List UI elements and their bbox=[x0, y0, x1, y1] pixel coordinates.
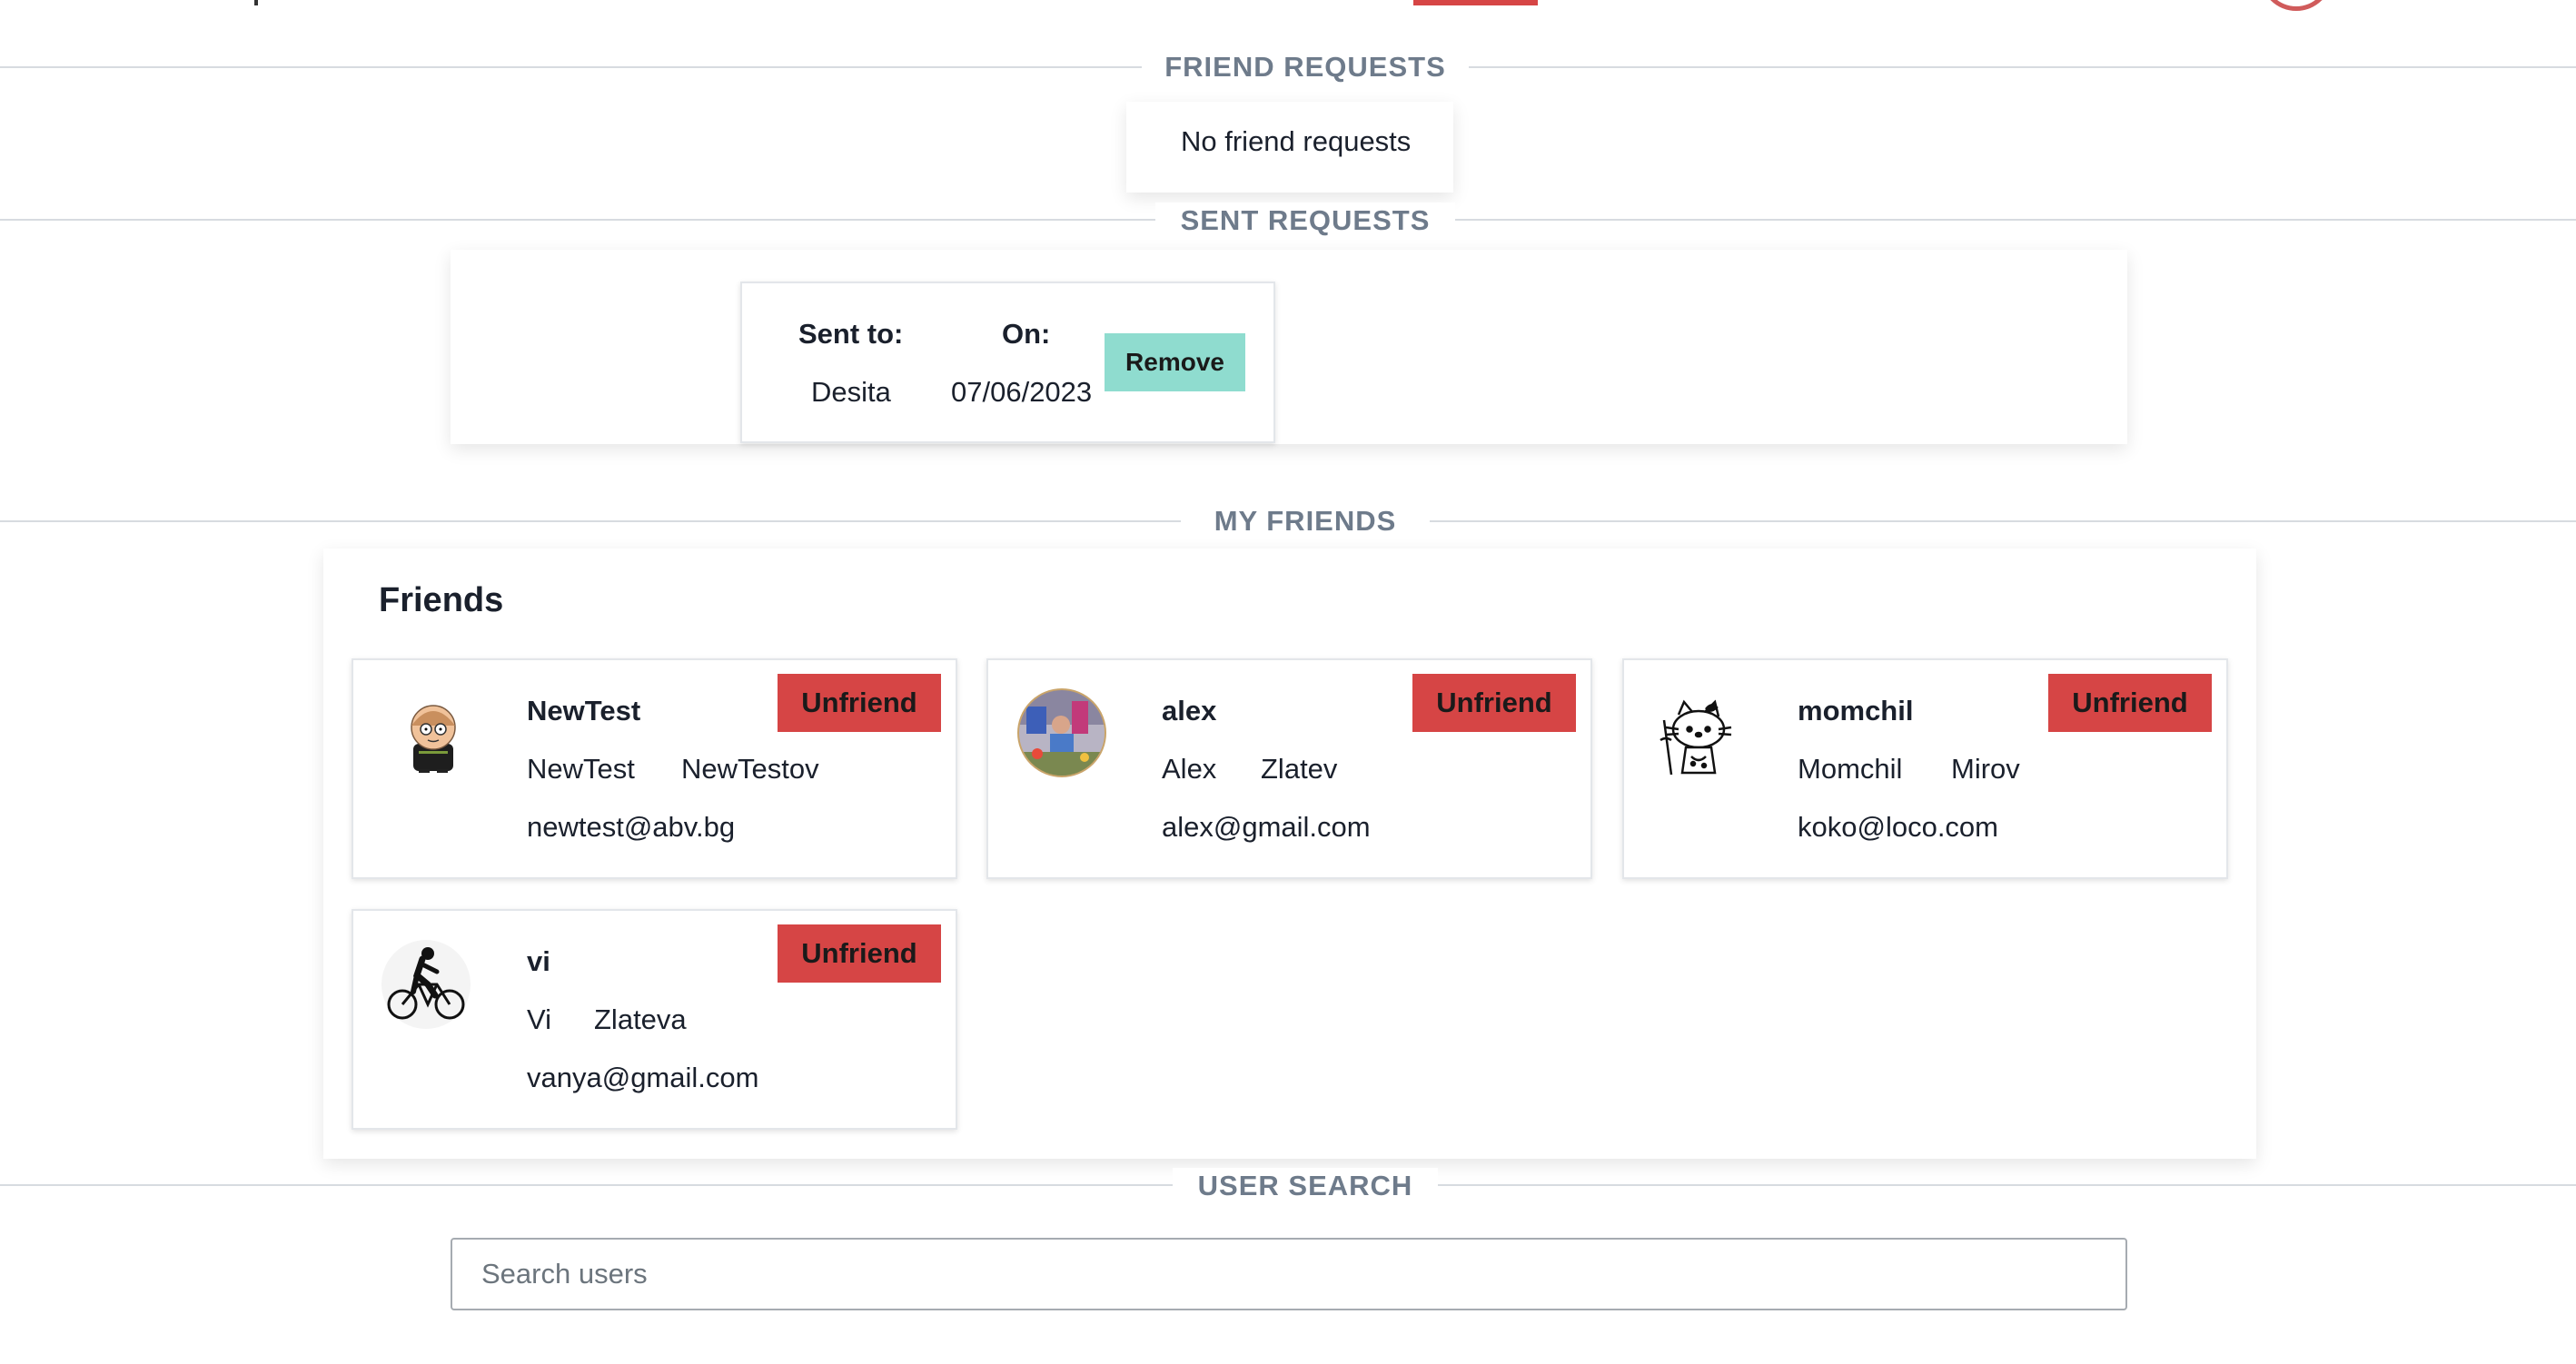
friend-first-name: Vi bbox=[527, 1003, 552, 1035]
sent-requests-panel bbox=[451, 250, 2127, 444]
nav-fragment bbox=[254, 0, 258, 5]
friends-title: Friends bbox=[379, 581, 504, 619]
friend-first-name: NewTest bbox=[527, 753, 635, 785]
friend-first-name: Alex bbox=[1162, 753, 1217, 785]
friend-requests-panel: No friend requests bbox=[1126, 102, 1453, 193]
on-header: On: bbox=[1002, 318, 1051, 350]
unfriend-button[interactable]: Unfriend bbox=[1412, 674, 1576, 732]
friend-email: newtest@abv.bg bbox=[527, 811, 736, 843]
unfriend-button[interactable]: Unfriend bbox=[2048, 674, 2212, 732]
no-friend-requests-text: No friend requests bbox=[1181, 125, 1412, 157]
profile-avatar[interactable] bbox=[2260, 0, 2333, 11]
section-title-user-search: USER SEARCH bbox=[1173, 1168, 1438, 1204]
cyclist-avatar bbox=[381, 939, 471, 1030]
friend-username: momchil bbox=[1798, 695, 1914, 726]
friend-last-name: Zlateva bbox=[594, 1003, 687, 1035]
search-input[interactable] bbox=[451, 1238, 2127, 1310]
friend-card: NewTest NewTest NewTestov newtest@abv.bg… bbox=[352, 658, 957, 879]
unfriend-button[interactable]: Unfriend bbox=[778, 924, 941, 983]
section-title-sent-requests: SENT REQUESTS bbox=[1155, 203, 1455, 239]
friend-email: vanya@gmail.com bbox=[527, 1062, 759, 1093]
hello-kitty-avatar bbox=[1651, 693, 1740, 782]
sent-date: 07/06/2023 bbox=[951, 376, 1093, 408]
friend-card: momchil Momchil Mirov koko@loco.com Unfr… bbox=[1622, 658, 2228, 879]
cartoon-character-avatar bbox=[390, 687, 477, 775]
unfriend-button[interactable]: Unfriend bbox=[778, 674, 941, 732]
friend-username: alex bbox=[1162, 695, 1217, 726]
friend-last-name: NewTestov bbox=[681, 753, 819, 785]
section-title-friend-requests: FRIEND REQUESTS bbox=[1142, 49, 1469, 85]
section-title-my-friends: MY FRIENDS bbox=[1181, 503, 1430, 539]
friend-email: alex@gmail.com bbox=[1162, 811, 1371, 843]
remove-request-button[interactable]: Remove bbox=[1105, 333, 1245, 391]
photo-avatar bbox=[1017, 688, 1106, 777]
friend-last-name: Zlatev bbox=[1261, 753, 1338, 785]
friend-username: vi bbox=[527, 945, 550, 977]
friend-username: NewTest bbox=[527, 695, 641, 726]
friend-email: koko@loco.com bbox=[1798, 811, 1998, 843]
sent-to-header: Sent to: bbox=[798, 318, 904, 350]
sent-request-card: Sent to: On: Desita 07/06/2023 Remove bbox=[740, 282, 1275, 443]
friend-card: vi Vi Zlateva vanya@gmail.com Unfriend bbox=[352, 909, 957, 1130]
nav-active-indicator bbox=[1413, 0, 1538, 5]
friend-last-name: Mirov bbox=[1951, 753, 2020, 785]
friend-first-name: Momchil bbox=[1798, 753, 1903, 785]
friend-card: alex Alex Zlatev alex@gmail.com Unfriend bbox=[986, 658, 1592, 879]
sent-to-name: Desita bbox=[811, 376, 891, 408]
